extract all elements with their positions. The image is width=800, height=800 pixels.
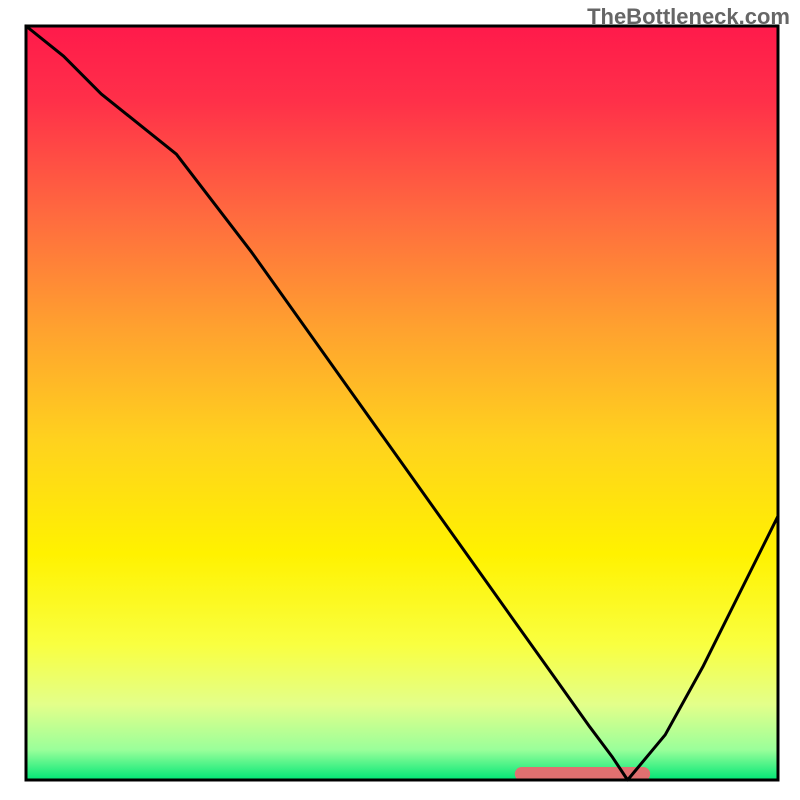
chart-container: TheBottleneck.com bbox=[0, 0, 800, 800]
plot-background bbox=[26, 26, 778, 780]
bottleneck-chart bbox=[0, 0, 800, 800]
